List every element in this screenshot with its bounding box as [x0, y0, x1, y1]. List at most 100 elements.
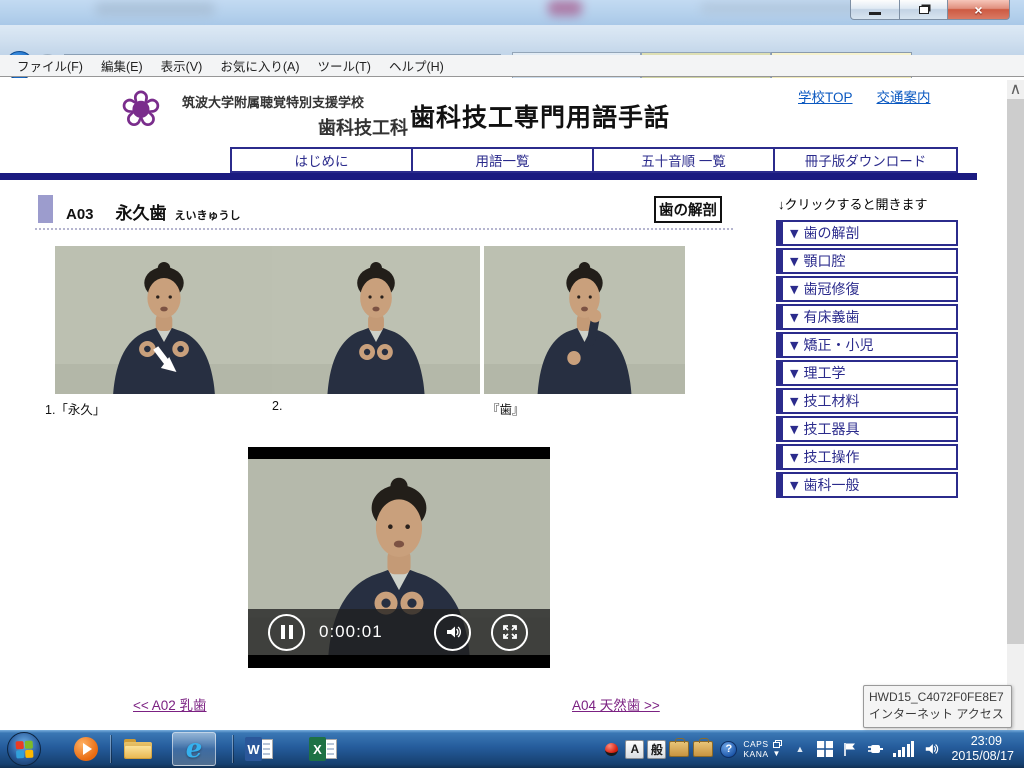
access-link[interactable]: 交通案内	[877, 86, 931, 106]
sign-photo-1	[55, 246, 273, 394]
sidebar-item-giko-zairyo[interactable]: ▼技工材料	[776, 388, 958, 414]
ime-toolbox-icon[interactable]	[693, 741, 713, 757]
video-player[interactable]: 0:00:01	[248, 447, 550, 668]
ime-toolbox-icon[interactable]	[669, 741, 689, 757]
flag-icon[interactable]	[843, 742, 857, 757]
power-plug-icon[interactable]	[867, 742, 883, 756]
close-icon: ×	[974, 2, 982, 18]
tray-app-icon[interactable]	[605, 743, 618, 756]
nav-download[interactable]: 冊子版ダウンロード	[775, 149, 956, 171]
window-controls: ×	[850, 0, 1010, 20]
clock-date: 2015/08/17	[951, 749, 1014, 764]
nav-gojuon-ichiran[interactable]: 五十音順 一覧	[594, 149, 775, 171]
system-tray: A 般 ? CAPS KANA▼ ▲	[605, 730, 1024, 768]
sidebar-item-kyosei-shoni[interactable]: ▼矯正・小児	[776, 332, 958, 358]
ime-kanji-icon[interactable]: 般	[647, 740, 666, 759]
video-time: 0:00:01	[319, 622, 383, 642]
media-player-taskbar-button[interactable]	[64, 732, 108, 766]
restore-button[interactable]	[900, 0, 948, 20]
volume-button[interactable]	[434, 614, 471, 651]
ime-pad-icon	[773, 740, 782, 748]
explorer-taskbar-button[interactable]	[116, 732, 160, 766]
taskbar-separator	[110, 735, 111, 763]
menu-edit[interactable]: 編集(E)	[92, 56, 152, 75]
sidebar-item-ha-no-kaibo[interactable]: ▼歯の解剖	[776, 220, 958, 246]
internet-explorer-icon: e	[186, 734, 203, 764]
school-logo: ❀	[120, 84, 162, 134]
sidebar-item-rikogaku[interactable]: ▼理工学	[776, 360, 958, 386]
excel-taskbar-button[interactable]: X	[302, 732, 346, 766]
show-hidden-icons-button[interactable]: ▲	[796, 744, 805, 754]
taskbar-separator	[232, 735, 233, 763]
word-taskbar-button[interactable]: W	[238, 732, 282, 766]
ime-mode-icon[interactable]: A	[625, 740, 644, 759]
restore-icon	[919, 6, 929, 14]
sign-photo-3	[484, 246, 685, 394]
titlebar-glass-reflection	[95, 2, 215, 16]
menu-file[interactable]: ファイル(F)	[8, 56, 92, 75]
scroll-up-icon[interactable]: ∧	[1007, 80, 1024, 97]
action-center-icon[interactable]	[817, 741, 833, 757]
minimize-icon	[869, 12, 881, 15]
pause-button[interactable]	[268, 614, 305, 651]
page-scrollbar[interactable]: ∧	[1007, 80, 1024, 730]
sidebar-hint: ↓クリックすると開きます	[776, 194, 958, 213]
sidebar-item-shika-ippan[interactable]: ▼歯科一般	[776, 472, 958, 498]
top-links: 学校TOP 交通案内	[798, 86, 931, 106]
video-controls: 0:00:01	[248, 609, 550, 655]
menu-favorites[interactable]: お気に入り(A)	[211, 56, 308, 75]
sidebar-item-giko-sosa[interactable]: ▼技工操作	[776, 444, 958, 470]
triangle-down-icon: ▼	[790, 367, 798, 380]
nav-yogo-ichiran[interactable]: 用語一覧	[413, 149, 594, 171]
tooltip-line1: HWD15_C4072F0FE8E7	[869, 689, 1006, 706]
photo-caption-3: 『歯』	[487, 399, 525, 418]
taskbar-clock[interactable]: 23:09 2015/08/17	[951, 734, 1014, 764]
menu-help[interactable]: ヘルプ(H)	[380, 56, 453, 75]
school-top-link[interactable]: 学校TOP	[798, 86, 853, 106]
page-title: 歯科技工専門用語手話	[410, 98, 670, 134]
school-name-line1: 筑波大学附属聴覚特別支援学校	[182, 92, 408, 111]
triangle-down-icon: ▼	[790, 423, 798, 436]
entry-code: A03	[66, 206, 94, 223]
fullscreen-icon	[502, 624, 518, 640]
ie-taskbar-button[interactable]: e	[172, 732, 216, 766]
titlebar-glass-reflection	[548, 0, 582, 16]
start-button[interactable]	[7, 732, 41, 766]
triangle-down-icon: ▼	[790, 395, 798, 408]
category-link[interactable]: 歯の解剖	[654, 196, 722, 223]
fullscreen-button[interactable]	[491, 614, 528, 651]
network-signal-icon[interactable]	[893, 741, 914, 757]
ime-help-icon[interactable]: ?	[720, 741, 737, 758]
menu-tools[interactable]: ツール(T)	[308, 56, 379, 75]
menu-view[interactable]: 表示(V)	[152, 56, 212, 75]
sidebar-item-shikan-shufuku[interactable]: ▼歯冠修復	[776, 276, 958, 302]
browser-chrome: ← → ❀ http://www.deaf-s.tsukuba.ac.jp/si…	[0, 25, 1024, 55]
scrollbar-thumb[interactable]	[1007, 99, 1024, 644]
entry-term: 永久歯	[116, 199, 167, 224]
clock-time: 23:09	[951, 734, 1014, 749]
dotted-divider	[35, 228, 733, 230]
nav-hajimeni[interactable]: はじめに	[232, 149, 413, 171]
excel-icon: X	[309, 737, 339, 761]
sidebar-item-gakukoku[interactable]: ▼顎口腔	[776, 248, 958, 274]
ime-caps-kana[interactable]: CAPS KANA▼	[743, 739, 781, 759]
screen: × ← → ❀ http://www.deaf-s.tsukuba.ac.jp/…	[0, 0, 1024, 768]
media-player-icon	[74, 737, 98, 761]
minimize-button[interactable]	[850, 0, 900, 20]
category-sidebar: ↓クリックすると開きます ▼歯の解剖 ▼顎口腔 ▼歯冠修復 ▼有床義歯 ▼矯正・…	[776, 194, 958, 500]
windows-logo-icon	[15, 740, 34, 759]
close-button[interactable]: ×	[948, 0, 1010, 20]
browser-menubar: ファイル(F) 編集(E) 表示(V) お気に入り(A) ツール(T) ヘルプ(…	[0, 55, 1024, 77]
triangle-down-icon: ▼	[790, 227, 798, 240]
tooltip-line2: インターネット アクセス	[869, 706, 1006, 723]
volume-tray-icon[interactable]	[924, 741, 940, 757]
next-entry-link[interactable]: A04 天然歯 >>	[572, 694, 660, 714]
sidebar-item-giko-kigu[interactable]: ▼技工器具	[776, 416, 958, 442]
sidebar-item-yusho-gishi[interactable]: ▼有床義歯	[776, 304, 958, 330]
triangle-down-icon: ▼	[790, 479, 798, 492]
window-titlebar: ×	[0, 0, 1024, 25]
page-content: ❀ 筑波大学附属聴覚特別支援学校 歯科技工科 歯科技工専門用語手話 学校TOP …	[0, 78, 1024, 730]
prev-entry-link[interactable]: << A02 乳歯	[133, 694, 207, 714]
site-nav: はじめに 用語一覧 五十音順 一覧 冊子版ダウンロード	[230, 147, 958, 173]
photo-caption-2: 2.	[272, 399, 282, 413]
